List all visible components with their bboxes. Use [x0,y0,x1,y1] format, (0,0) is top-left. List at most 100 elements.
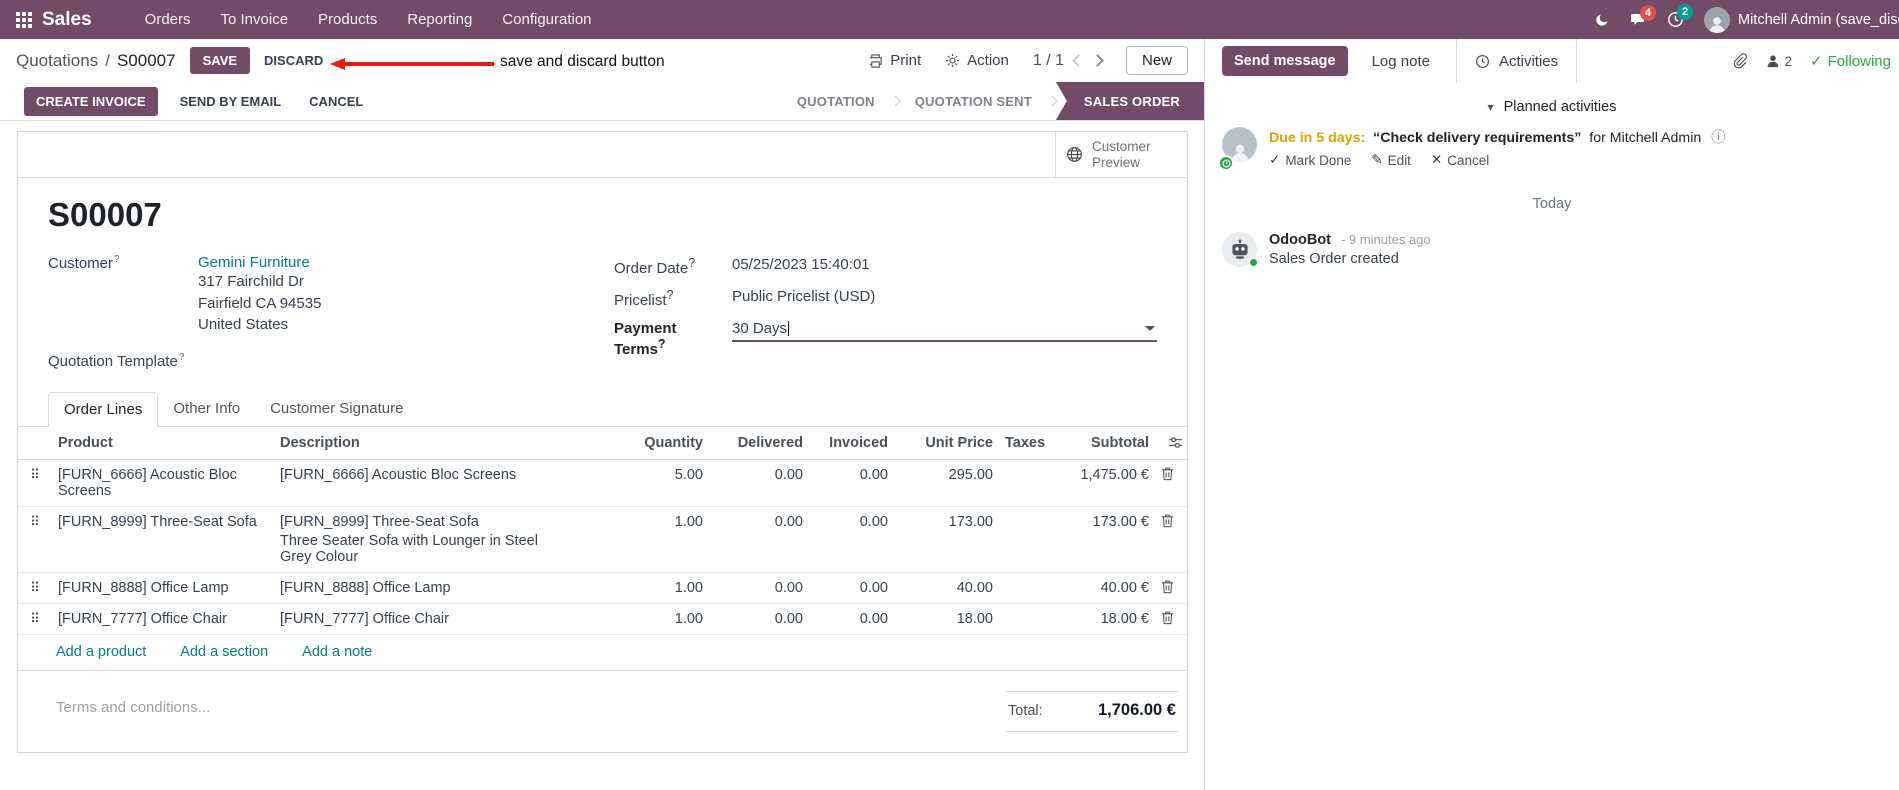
edit-activity-button[interactable]: ✎ Edit [1371,152,1411,168]
discard-button[interactable]: DISCARD [256,47,331,74]
cell-quantity[interactable]: 1.00 [574,506,709,573]
messages-icon[interactable]: 4 [1630,4,1656,28]
cell-invoiced[interactable]: 0.00 [809,572,894,604]
status-step-quotation-sent[interactable]: QUOTATION SENT [899,82,1048,120]
menu-configuration[interactable]: Configuration [491,2,602,37]
cell-delivered[interactable]: 0.00 [709,572,809,604]
cell-delivered[interactable]: 0.00 [709,506,809,573]
pricelist-value[interactable]: Public Pricelist (USD) [732,286,875,305]
mark-done-button[interactable]: ✓ Mark Done [1269,152,1351,168]
planned-activities-header[interactable]: ▾ Planned activities [1205,99,1899,115]
cell-quantity[interactable]: 1.00 [574,572,709,604]
info-icon[interactable]: ⓘ [1711,130,1725,146]
drag-handle-icon[interactable]: ⠿ [18,572,52,604]
cell-product[interactable]: [FURN_8999] Three-Seat Sofa [52,506,274,573]
cell-taxes[interactable] [999,459,1059,507]
action-button[interactable]: Action [945,52,1009,69]
add-a-product-link[interactable]: Add a product [56,644,146,660]
tab-customer-signature[interactable]: Customer Signature [255,392,418,427]
cell-product[interactable]: [FURN_8888] Office Lamp [52,572,274,604]
status-step-quotation[interactable]: QUOTATION [781,82,891,120]
app-name[interactable]: Sales [42,9,92,31]
cell-invoiced[interactable]: 0.00 [809,459,894,507]
tab-order-lines[interactable]: Order Lines [48,391,159,427]
table-row[interactable]: ⠿ [FURN_8999] Three-Seat Sofa [FURN_8999… [18,506,1189,573]
order-date-value[interactable]: 05/25/2023 15:40:01 [732,254,870,273]
customer-preview-button[interactable]: Customer Preview [1055,132,1187,177]
cancel-button[interactable]: CANCEL [303,87,369,116]
cell-taxes[interactable] [999,603,1059,635]
attachment-paperclip-icon[interactable] [1732,53,1747,69]
menu-to-invoice[interactable]: To Invoice [210,2,300,37]
message-author[interactable]: OdooBot [1269,232,1331,248]
cell-quantity[interactable]: 5.00 [574,459,709,507]
pager-previous-icon[interactable] [1072,54,1085,67]
add-a-section-link[interactable]: Add a section [180,644,268,660]
status-step-sales-order[interactable]: SALES ORDER [1055,82,1204,120]
tab-other-info[interactable]: Other Info [158,392,255,427]
send-message-button[interactable]: Send message [1222,46,1348,76]
cell-delivered[interactable]: 0.00 [709,459,809,507]
col-quantity[interactable]: Quantity [574,426,709,460]
cancel-activity-button[interactable]: ✕ Cancel [1431,152,1489,168]
cell-taxes[interactable] [999,506,1059,573]
cell-description[interactable]: [FURN_7777] Office Chair [274,603,574,635]
breadcrumb-quotations[interactable]: Quotations [16,51,98,71]
col-taxes[interactable]: Taxes [999,426,1059,460]
followers-button[interactable]: 2 [1765,54,1792,69]
create-invoice-button[interactable]: CREATE INVOICE [24,86,158,116]
col-unit-price[interactable]: Unit Price [894,426,999,460]
table-row[interactable]: ⠿ [FURN_7777] Office Chair [FURN_7777] O… [18,603,1189,635]
customer-link[interactable]: Gemini Furniture [198,254,310,271]
delete-row-icon[interactable] [1155,506,1189,573]
payment-terms-input[interactable]: 30 Days [732,318,1157,342]
cell-product[interactable]: [FURN_6666] Acoustic Bloc Screens [52,459,274,507]
cell-description[interactable]: [FURN_6666] Acoustic Bloc Screens [274,459,574,507]
menu-reporting[interactable]: Reporting [396,2,483,37]
optional-columns-icon[interactable] [1168,435,1183,450]
menu-orders[interactable]: Orders [134,2,202,37]
send-by-email-button[interactable]: SEND BY EMAIL [174,87,288,116]
cell-unit-price[interactable]: 18.00 [894,603,999,635]
col-delivered[interactable]: Delivered [709,426,809,460]
delete-row-icon[interactable] [1155,603,1189,635]
cell-product[interactable]: [FURN_7777] Office Chair [52,603,274,635]
new-button[interactable]: New [1125,46,1188,75]
save-button[interactable]: SAVE [189,47,251,74]
cell-taxes[interactable] [999,572,1059,604]
col-invoiced[interactable]: Invoiced [809,426,894,460]
col-product[interactable]: Product [52,426,274,460]
cell-invoiced[interactable]: 0.00 [809,603,894,635]
activities-clock-icon[interactable]: 2 [1667,4,1693,28]
cell-description[interactable]: [FURN_8999] Three-Seat Sofa Three Seater… [274,506,574,573]
drag-handle-icon[interactable]: ⠿ [18,603,52,635]
delete-row-icon[interactable] [1155,572,1189,604]
cell-unit-price[interactable]: 173.00 [894,506,999,573]
cell-description[interactable]: [FURN_8888] Office Lamp [274,572,574,604]
payment-terms-label: Payment Terms? [614,320,677,358]
table-row[interactable]: ⠿ [FURN_6666] Acoustic Bloc Screens [FUR… [18,459,1189,507]
drag-handle-icon[interactable]: ⠿ [18,459,52,507]
print-button[interactable]: Print [868,52,921,69]
apps-grid-icon[interactable] [16,11,32,28]
cell-delivered[interactable]: 0.00 [709,603,809,635]
log-note-button[interactable]: Log note [1372,53,1430,70]
menu-products[interactable]: Products [307,2,388,37]
terms-and-conditions-placeholder[interactable]: Terms and conditions... [56,699,210,716]
cell-quantity[interactable]: 1.00 [574,603,709,635]
cell-invoiced[interactable]: 0.00 [809,506,894,573]
user-menu[interactable]: Mitchell Admin (save_discar [1704,6,1899,33]
delete-row-icon[interactable] [1155,459,1189,507]
dark-mode-moon-icon[interactable] [1595,12,1610,27]
pager-next-icon[interactable] [1091,54,1104,67]
drag-handle-icon[interactable]: ⠿ [18,506,52,573]
cell-unit-price[interactable]: 40.00 [894,572,999,604]
table-row[interactable]: ⠿ [FURN_8888] Office Lamp [FURN_8888] Of… [18,572,1189,604]
add-a-note-link[interactable]: Add a note [302,644,372,660]
col-subtotal[interactable]: Subtotal [1059,426,1155,460]
following-button[interactable]: ✓ Following [1810,52,1891,71]
activities-tab[interactable]: Activities [1455,39,1578,83]
col-description[interactable]: Description [274,426,574,460]
dropdown-caret-icon[interactable] [1145,326,1155,331]
cell-unit-price[interactable]: 295.00 [894,459,999,507]
